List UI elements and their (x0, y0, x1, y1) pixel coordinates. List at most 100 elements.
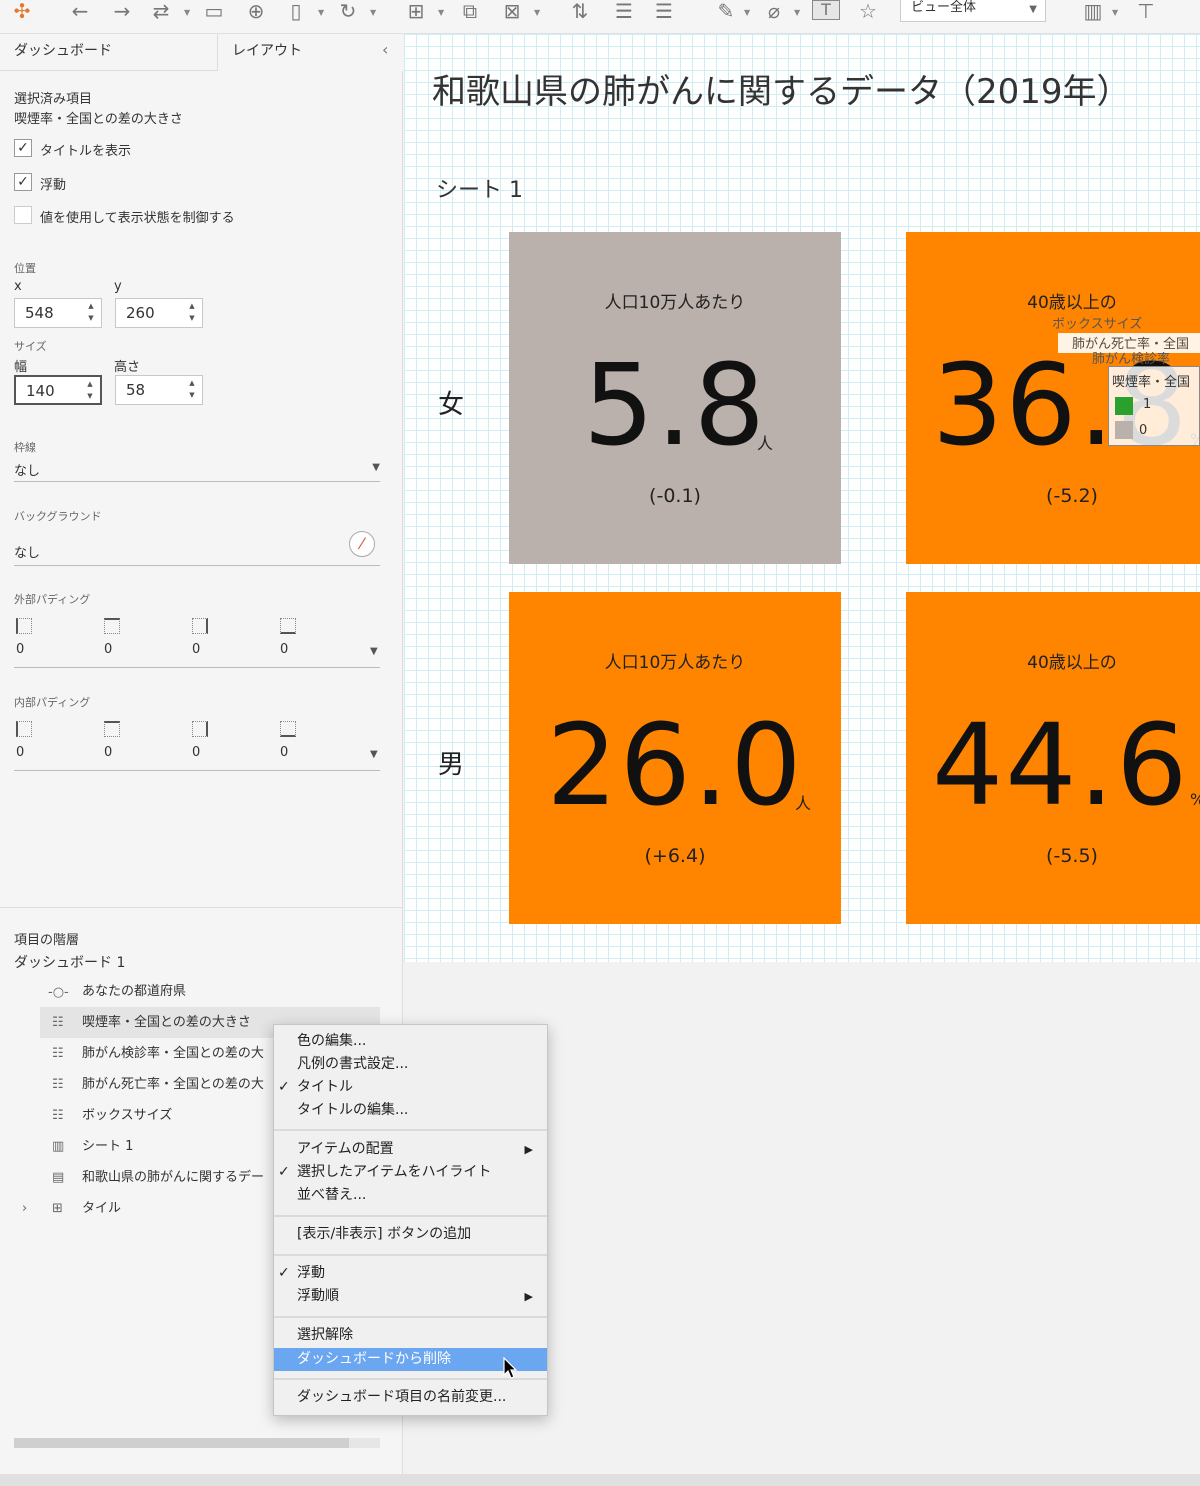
clear-dropdown-icon[interactable]: ▼ (534, 8, 540, 17)
tree-item[interactable]: 喫煙率・全国との差の大きさ (82, 1011, 251, 1035)
inner-padding-dropdown-icon[interactable]: ▼ (370, 749, 378, 760)
outer-padding-label: 外部パディング (14, 593, 91, 606)
attach-dropdown-icon[interactable]: ▼ (794, 8, 800, 17)
save-icon[interactable]: ▭ (200, 0, 228, 26)
tree-item[interactable]: ボックスサイズ (82, 1104, 172, 1128)
box-male-screening[interactable]: 40歳以上の 44.6 % (-5.5) (906, 592, 1200, 924)
menu-item-edit-title[interactable]: タイトルの編集... (274, 1099, 547, 1122)
dashboard-name[interactable]: ダッシュボード 1 (14, 952, 125, 972)
sort-asc-icon[interactable]: ☰ (610, 0, 638, 26)
inner-pad-top[interactable]: 0 (104, 745, 112, 760)
attach-icon[interactable]: ⌀ (760, 0, 788, 26)
redo-icon[interactable]: ⇄ (146, 0, 176, 26)
color-picker-icon[interactable]: ⁄ (349, 531, 375, 557)
new-datasource-icon[interactable]: ⊕ (242, 0, 270, 26)
show-title-checkbox[interactable]: ✓ (14, 139, 32, 157)
legend-box-size-title[interactable]: ボックスサイズ (1052, 313, 1142, 332)
y-input[interactable]: 260 ▲ ▼ (115, 298, 203, 328)
dashboard-title[interactable]: 和歌山県の肺がんに関するデータ（2019年） (432, 64, 1131, 113)
menu-item-deselect[interactable]: 選択解除 (274, 1324, 547, 1347)
height-stepper[interactable]: ▲ ▼ (184, 377, 200, 403)
use-value-checkbox[interactable] (14, 206, 32, 224)
menu-item-arrange[interactable]: アイテムの配置 ▶ (274, 1138, 547, 1161)
pad-top-icon[interactable] (104, 618, 120, 634)
tree-item[interactable]: タイル (82, 1197, 121, 1221)
row-label-male: 男 (438, 750, 465, 780)
scrollbar-thumb[interactable] (14, 1438, 349, 1448)
pad-bottom-icon[interactable] (280, 618, 296, 634)
menu-item-floating[interactable]: ✓ 浮動 (274, 1262, 547, 1285)
refresh-dropdown-icon[interactable]: ▼ (370, 8, 376, 17)
pad-left-icon[interactable] (16, 618, 32, 634)
legend-death-rate[interactable]: 肺がん死亡率・全国 (1058, 333, 1200, 353)
tree-item[interactable]: 肺がん検診率・全国との差の大 (82, 1042, 264, 1066)
scrollbar-track[interactable] (14, 1438, 380, 1448)
outer-pad-left[interactable]: 0 (16, 642, 24, 657)
presentation-icon[interactable]: ⊤ (1132, 0, 1160, 26)
border-dropdown[interactable]: なし ▼ (14, 460, 380, 482)
chart-dropdown-icon[interactable]: ▼ (1112, 8, 1118, 17)
box-female-death-rate[interactable]: 人口10万人あたり 5.8 人 (-0.1) (509, 232, 841, 564)
pad-bottom-icon[interactable] (280, 721, 296, 737)
refresh-icon[interactable]: ↻ (334, 0, 362, 26)
view-select[interactable]: ビュー全体 ▼ (900, 0, 1046, 22)
chevron-right-icon[interactable]: › (22, 1201, 27, 1216)
pin-icon[interactable]: ☆ (854, 0, 882, 26)
tree-item[interactable]: 肺がん死亡率・全国との差の大 (82, 1073, 264, 1097)
highlight-dropdown-icon[interactable]: ▼ (744, 8, 750, 17)
divider (14, 667, 380, 668)
inner-pad-bottom[interactable]: 0 (280, 745, 288, 760)
width-input[interactable]: 140 ▲ ▼ (14, 375, 102, 405)
menu-item-highlight-selected[interactable]: ✓ 選択したアイテムをハイライト (274, 1161, 547, 1184)
new-sheet-dropdown-icon[interactable]: ▼ (438, 8, 444, 17)
tree-item[interactable]: シート 1 (82, 1135, 133, 1159)
pad-right-icon[interactable] (192, 618, 208, 634)
back-icon[interactable]: ← (66, 0, 94, 26)
outer-pad-bottom[interactable]: 0 (280, 642, 288, 657)
pad-right-icon[interactable] (192, 721, 208, 737)
pause-icon[interactable]: ▯ (282, 0, 310, 26)
border-label: 枠線 (14, 441, 36, 454)
inner-pad-left[interactable]: 0 (16, 745, 24, 760)
menu-item-edit-colors[interactable]: 色の編集... (274, 1030, 547, 1053)
tableau-logo-icon[interactable]: ✣ (8, 0, 36, 26)
tree-item[interactable]: あなたの都道府県 (82, 980, 186, 1004)
sheet-title[interactable]: シート 1 (436, 172, 523, 204)
tree-item[interactable]: 和歌山県の肺がんに関するデー (82, 1166, 272, 1190)
menu-item-add-toggle-button[interactable]: [表示/非表示] ボタンの追加 (274, 1223, 547, 1246)
sort-desc-icon[interactable]: ☰ (650, 0, 678, 26)
floating-checkbox[interactable]: ✓ (14, 173, 32, 191)
legend-smoking-selected[interactable]: 喫煙率・全国 1 0 (1108, 366, 1200, 446)
tab-layout[interactable]: レイアウト (218, 34, 403, 71)
pad-top-icon[interactable] (104, 721, 120, 737)
chart-icon[interactable]: ▥ (1078, 0, 1108, 26)
menu-item-floating-order[interactable]: 浮動順 ▶ (274, 1285, 547, 1308)
inner-pad-right[interactable]: 0 (192, 745, 200, 760)
text-icon[interactable]: T (812, 0, 840, 20)
outer-pad-right[interactable]: 0 (192, 642, 200, 657)
height-input[interactable]: 58 ▲ ▼ (115, 375, 203, 405)
pad-left-icon[interactable] (16, 721, 32, 737)
menu-item-sort[interactable]: 並べ替え... (274, 1184, 547, 1207)
forward-icon[interactable]: → (108, 0, 136, 26)
background-dropdown[interactable]: なし (14, 542, 380, 566)
menu-item-title[interactable]: ✓ タイトル (274, 1076, 547, 1099)
box-male-death-rate[interactable]: 人口10万人あたり 26.0 人 (+6.4) (509, 592, 841, 924)
highlight-icon[interactable]: ✎ (712, 0, 740, 26)
menu-item-rename[interactable]: ダッシュボード項目の名前変更... (274, 1386, 547, 1409)
x-input[interactable]: 548 ▲ ▼ (14, 298, 102, 328)
collapse-panel-icon[interactable]: ‹ (382, 40, 388, 59)
duplicate-icon[interactable]: ⧉ (456, 0, 484, 26)
menu-item-format-legend[interactable]: 凡例の書式設定... (274, 1053, 547, 1076)
y-stepper[interactable]: ▲ ▼ (184, 300, 200, 326)
new-sheet-icon[interactable]: ⊞ (402, 0, 430, 26)
x-stepper[interactable]: ▲ ▼ (83, 300, 99, 326)
tab-dashboard[interactable]: ダッシュボード (0, 34, 218, 71)
outer-pad-top[interactable]: 0 (104, 642, 112, 657)
swap-icon[interactable]: ⇅ (566, 0, 594, 26)
outer-padding-dropdown-icon[interactable]: ▼ (370, 646, 378, 657)
width-stepper[interactable]: ▲ ▼ (82, 378, 98, 404)
clear-icon[interactable]: ⊠ (498, 0, 526, 26)
redo-dropdown-icon[interactable]: ▼ (184, 8, 190, 17)
pause-dropdown-icon[interactable]: ▼ (318, 8, 324, 17)
